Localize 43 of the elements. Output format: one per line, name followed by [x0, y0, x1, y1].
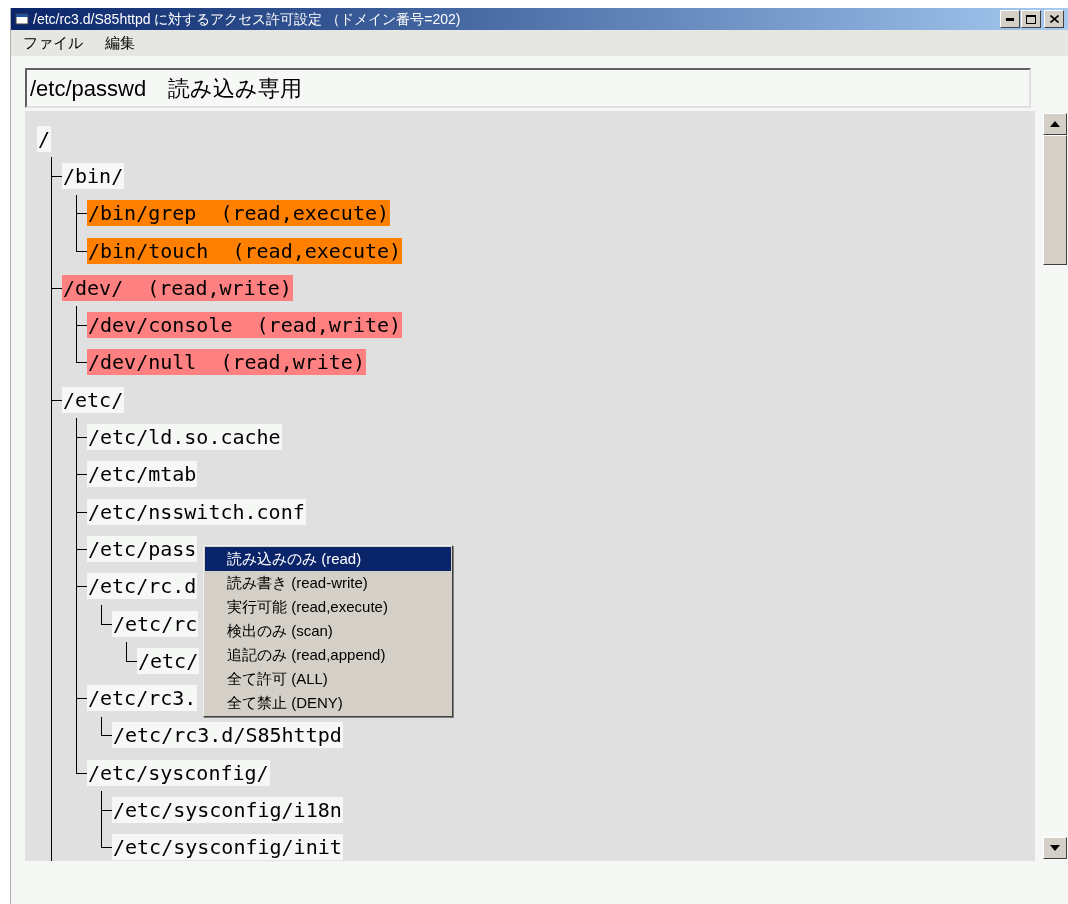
tree-node[interactable]: /etc/ld.so.cache	[87, 424, 282, 450]
tree-node[interactable]: /etc/sysconfig/i18n	[112, 797, 343, 823]
scroll-up-button[interactable]	[1043, 113, 1067, 135]
scrollbar[interactable]	[1043, 113, 1067, 859]
context-menu-item[interactable]: 実行可能 (read,execute)	[205, 595, 451, 619]
tree-node[interactable]: /etc/	[137, 647, 200, 674]
context-menu-item[interactable]: 検出のみ (scan)	[205, 619, 451, 643]
tree-node[interactable]: /bin/	[62, 162, 125, 189]
tree-node[interactable]: /etc/rc.d	[87, 573, 198, 600]
context-menu-item[interactable]: 読み込みのみ (read)	[205, 547, 451, 571]
menu-item[interactable]: 編集	[105, 31, 135, 55]
minimize-icon	[1006, 17, 1014, 21]
close-icon	[1049, 15, 1059, 23]
tree-node[interactable]: /dev/ (read,write)	[62, 274, 293, 301]
tree-node[interactable]: /etc/rc	[112, 610, 199, 637]
scroll-thumb[interactable]	[1043, 135, 1067, 265]
tree-node[interactable]: /bin/grep (read,execute)	[87, 200, 391, 227]
window-icon	[15, 12, 29, 26]
context-menu-item[interactable]: 追記のみ (read,append)	[205, 643, 451, 667]
menu-item[interactable]: ファイル	[23, 31, 83, 55]
minimize-button[interactable]	[1000, 10, 1020, 28]
tree-node[interactable]: /dev/null (read,write)	[87, 349, 366, 376]
close-button[interactable]	[1044, 10, 1064, 28]
tree-node[interactable]: /etc/nsswitch.conf	[87, 498, 306, 525]
context-menu-item[interactable]: 全て禁止 (DENY)	[205, 691, 451, 715]
maximize-icon	[1026, 14, 1036, 24]
down-arrow-icon	[1050, 845, 1060, 851]
up-arrow-icon	[1050, 121, 1060, 127]
tree-node[interactable]: /etc/	[62, 386, 125, 413]
tree-node[interactable]: /dev/console (read,write)	[87, 312, 403, 339]
tree-node[interactable]: /etc/sysconfig/init	[112, 834, 343, 861]
tree-node[interactable]: /etc/rc3.d/S85httpd	[112, 722, 343, 749]
tree-node[interactable]: /	[37, 125, 52, 152]
tree-node[interactable]: /etc/pass	[87, 535, 198, 562]
context-menu-item[interactable]: 全て許可 (ALL)	[205, 667, 451, 691]
window-title: /etc/rc3.d/S85httpd に対するアクセス許可設定 （ドメイン番号=202)	[33, 9, 461, 29]
tree-node[interactable]: /etc/mtab	[87, 461, 198, 488]
maximize-button[interactable]	[1021, 10, 1041, 28]
tree-node[interactable]: /bin/touch (read,execute)	[87, 237, 403, 264]
context-menu-item[interactable]: 読み書き (read-write)	[205, 571, 451, 595]
scroll-down-button[interactable]	[1043, 837, 1067, 859]
tree-node[interactable]: /etc/sysconfig/	[87, 759, 270, 786]
tree-node[interactable]: /etc/rc3.	[87, 685, 198, 712]
